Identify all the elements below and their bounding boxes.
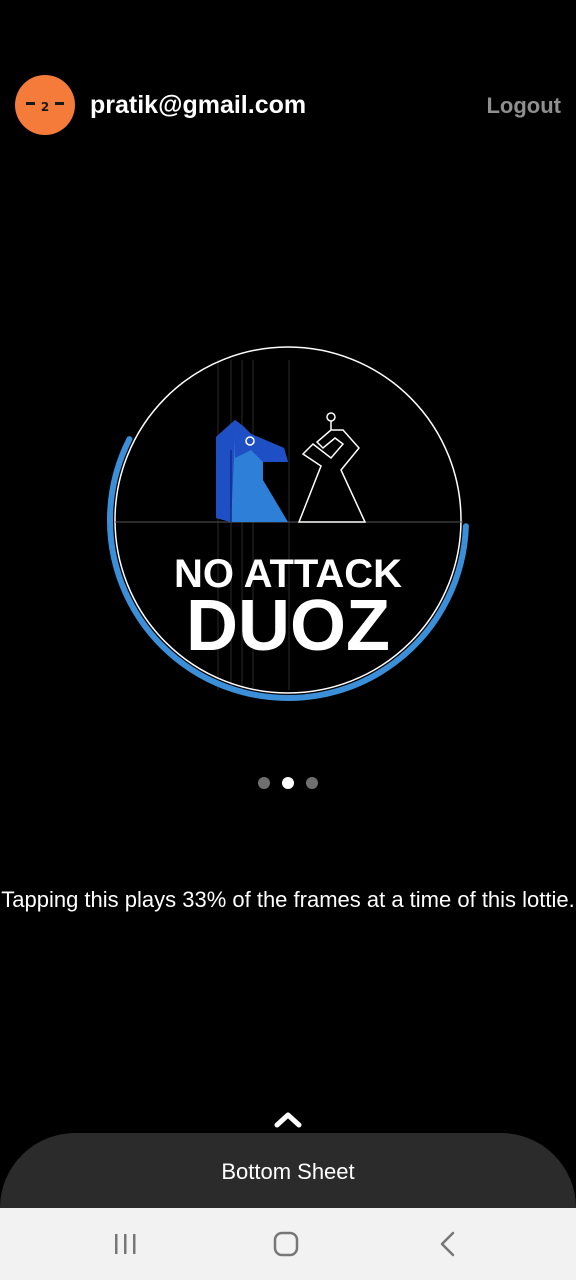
page-dot-3[interactable] — [306, 777, 318, 789]
user-email: pratik@gmail.com — [90, 91, 307, 119]
page-dot-2[interactable] — [282, 777, 294, 789]
chess-piece-outline-icon — [297, 412, 367, 523]
back-icon[interactable] — [428, 1228, 468, 1260]
knight-icon — [216, 420, 288, 522]
logout-button[interactable]: Logout — [486, 92, 561, 120]
avatar-face-icon: 2 — [26, 100, 64, 114]
svg-text:2: 2 — [41, 100, 49, 114]
bottom-sheet-label: Bottom Sheet — [221, 1159, 355, 1184]
recents-icon[interactable] — [105, 1228, 145, 1260]
screen: 2 pratik@gmail.com Logout NO ATTACK DUOZ… — [0, 0, 576, 1280]
avatar[interactable]: 2 — [15, 75, 75, 135]
header: 2 pratik@gmail.com Logout — [0, 72, 576, 140]
logo-text-line2: DUOZ — [186, 586, 390, 666]
home-icon[interactable] — [266, 1228, 306, 1260]
lottie-animation[interactable]: NO ATTACK DUOZ — [103, 340, 473, 710]
page-indicator — [0, 777, 576, 791]
system-nav-bar — [0, 1208, 576, 1280]
description-text: Tapping this plays 33% of the frames at … — [1, 887, 575, 912]
page-dot-1[interactable] — [258, 777, 270, 789]
chevron-up-icon[interactable] — [274, 1108, 302, 1130]
